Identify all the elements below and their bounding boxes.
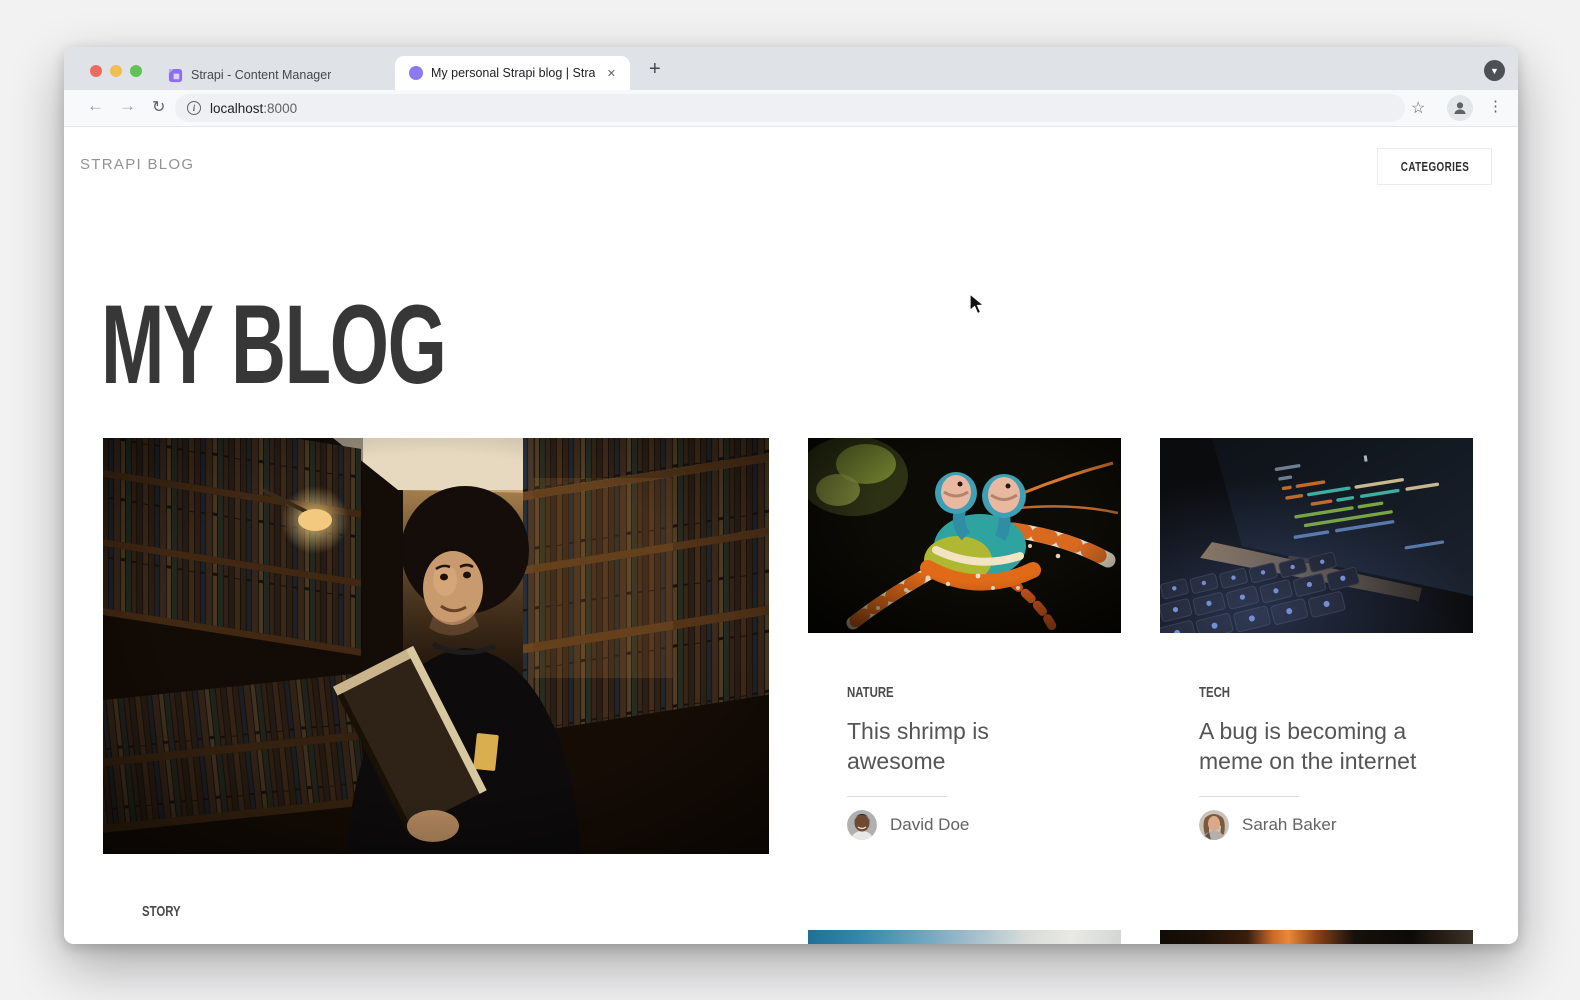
tab-strip: Strapi - Content Manager ✕ My personal S… — [64, 47, 1518, 90]
page-title: MY BLOG — [101, 289, 608, 401]
article-card-bug-meme[interactable]: TECH A bug is becoming a meme on the int… — [1160, 438, 1473, 840]
article-image-shrimp[interactable] — [808, 438, 1121, 633]
browser-menu-icon[interactable]: ⋮ — [1488, 97, 1503, 115]
hero-article-image[interactable] — [103, 438, 769, 854]
author-name: Sarah Baker — [1242, 815, 1337, 835]
article-image-laptop[interactable] — [1160, 438, 1473, 633]
tab-title: My personal Strapi blog | Strap — [431, 66, 595, 80]
url-text: localhost:8000 — [210, 101, 297, 116]
mouse-cursor — [969, 293, 987, 315]
tab-my-blog-active[interactable]: My personal Strapi blog | Strap ✕ — [395, 56, 630, 90]
new-tab-icon[interactable]: + — [649, 58, 661, 81]
strapi-favicon-icon — [168, 68, 183, 83]
categories-button-label: CATEGORIES — [1400, 159, 1468, 174]
partial-article-image-right[interactable] — [1160, 930, 1473, 944]
page-content: STRAPI BLOG CATEGORIES MY BLOG — [64, 127, 1518, 944]
categories-button[interactable]: CATEGORIES — [1377, 148, 1492, 185]
close-window-button[interactable] — [90, 65, 102, 77]
zoom-window-button[interactable] — [130, 65, 142, 77]
author-name: David Doe — [890, 815, 969, 835]
tab-title: Strapi - Content Manager — [191, 68, 331, 82]
address-bar[interactable]: i localhost:8000 — [175, 94, 1405, 122]
article-author: Sarah Baker — [1199, 810, 1473, 840]
article-category-label: TECH — [1199, 684, 1473, 701]
desktop: { "browser": { "tabs": [ { "title": "Str… — [0, 0, 1580, 1000]
site-info-icon[interactable]: i — [187, 101, 201, 115]
article-title[interactable]: This shrimp is awesome — [847, 717, 1079, 777]
minimize-window-button[interactable] — [110, 65, 122, 77]
browser-toolbar: ← → ↻ i localhost:8000 ☆ ⋮ — [64, 90, 1518, 127]
avatar — [847, 810, 877, 840]
browser-window: Strapi - Content Manager ✕ My personal S… — [64, 47, 1518, 944]
partial-article-image-left[interactable] — [808, 930, 1121, 944]
article-title[interactable]: A bug is becoming a meme on the internet — [1199, 717, 1431, 777]
profile-button[interactable] — [1447, 95, 1473, 121]
bookmark-star-icon[interactable]: ☆ — [1411, 98, 1425, 118]
blog-favicon-icon — [409, 66, 423, 80]
back-icon[interactable]: ← — [87, 96, 104, 116]
article-category-label: NATURE — [847, 684, 1121, 701]
divider — [1199, 796, 1299, 797]
forward-icon[interactable]: → — [119, 96, 136, 116]
avatar — [1199, 810, 1229, 840]
site-brand: STRAPI BLOG — [80, 156, 194, 173]
tab-close-icon[interactable]: ✕ — [603, 65, 620, 82]
reload-icon[interactable]: ↻ — [152, 97, 165, 117]
tab-search-icon[interactable]: ▼ — [1484, 60, 1505, 81]
divider — [847, 796, 947, 797]
person-icon — [1452, 100, 1468, 116]
window-controls — [90, 65, 142, 77]
article-author: David Doe — [847, 810, 1121, 840]
article-card-shrimp[interactable]: NATURE This shrimp is awesome David Doe — [808, 438, 1121, 840]
hero-category-label: STORY — [142, 903, 193, 920]
